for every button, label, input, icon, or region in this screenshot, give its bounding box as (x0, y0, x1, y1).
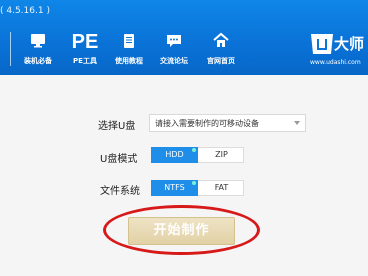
device-select-placeholder: 请接入需要制作的可移动设备 (155, 119, 259, 128)
brand-name: 大师 (334, 35, 365, 53)
nav-label: 交流论坛 (160, 57, 188, 65)
filesystem-label: 文件系统 (100, 186, 140, 197)
nav-pe-tools[interactable]: PE PE工具 (60, 28, 110, 72)
nav-install-essentials[interactable]: 装机必备 (13, 28, 63, 72)
udisk-mode-toggle[interactable]: HDD ZIP (151, 147, 244, 163)
filesystem-toggle[interactable]: NTFS FAT (151, 180, 244, 196)
nav-label: 装机必备 (24, 57, 52, 65)
device-select[interactable]: 请接入需要制作的可移动设备 (149, 114, 306, 132)
chat-icon (165, 32, 183, 54)
start-make-button[interactable]: 开始制作 (128, 217, 235, 245)
version-label: ( 4.5.16.1 ) (0, 6, 50, 16)
chevron-down-icon (294, 121, 300, 125)
brand-logo: 大师 www.udashi.com (310, 32, 368, 68)
home-icon (212, 32, 230, 54)
monitor-icon (29, 32, 47, 54)
book-icon (120, 32, 138, 54)
fs-fat-button[interactable]: FAT (198, 180, 245, 196)
nav-forum[interactable]: 交流论坛 (149, 28, 199, 72)
top-banner: ( 4.5.16.1 ) 装机必备 PE PE工具 使用教程 交流论坛 官网首页… (0, 0, 368, 75)
pe-icon: PE (71, 31, 99, 53)
nav-homepage[interactable]: 官网首页 (196, 28, 246, 72)
u-logo-icon (311, 34, 333, 54)
nav-label: 官网首页 (207, 57, 235, 65)
fs-ntfs-button[interactable]: NTFS (151, 180, 198, 196)
left-divider (10, 32, 11, 66)
nav-tutorials[interactable]: 使用教程 (104, 28, 154, 72)
nav-label: 使用教程 (115, 57, 143, 65)
mode-zip-button[interactable]: ZIP (198, 147, 245, 163)
brand-url: www.udashi.com (310, 59, 361, 66)
mode-hdd-button[interactable]: HDD (151, 147, 198, 163)
selected-indicator (192, 181, 196, 185)
main-panel (0, 75, 368, 276)
udisk-mode-label: U盘模式 (100, 154, 138, 165)
nav-label: PE工具 (73, 57, 97, 65)
select-u-label: 选择U盘 (98, 121, 136, 132)
selected-indicator (192, 148, 196, 152)
